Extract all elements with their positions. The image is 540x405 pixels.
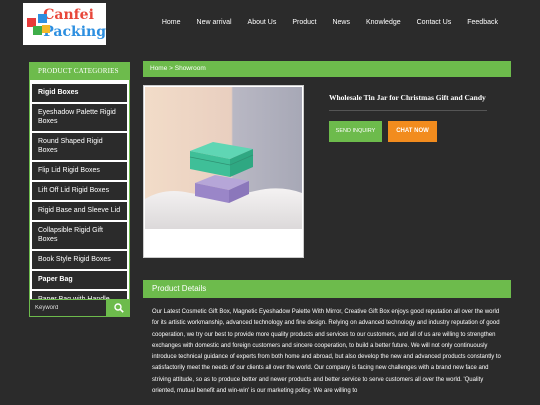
site-header: Canfei Packing Home New arrival About Us… [0, 0, 540, 50]
product-title: Wholesale Tin Jar for Christmas Gift and… [329, 93, 486, 102]
category-item-round-shaped[interactable]: Round Shaped Rigid Boxes [32, 133, 127, 160]
category-item-rigid-boxes[interactable]: Rigid Boxes [32, 84, 127, 102]
category-sidebar: PRODUCT CATEGORIES Rigid Boxes Eyeshadow… [29, 62, 130, 314]
product-details-text: Our Latest Cosmetic Gift Box, Magnetic E… [152, 309, 501, 395]
product-image-frame[interactable] [143, 85, 304, 258]
nav-home[interactable]: Home [162, 19, 181, 26]
logo-line-2: Packing [43, 24, 106, 40]
nav-contact-us[interactable]: Contact Us [417, 19, 452, 26]
category-item-eyeshadow-palette[interactable]: Eyeshadow Palette Rigid Boxes [32, 104, 127, 131]
logo-mark-icon [27, 12, 50, 36]
main-nav: Home New arrival About Us Product News K… [146, 19, 498, 26]
category-item-paper-bag[interactable]: Paper Bag [32, 271, 127, 289]
category-list: Rigid Boxes Eyeshadow Palette Rigid Boxe… [29, 80, 130, 314]
logo-text: Canfei Packing [43, 7, 106, 41]
category-item-lift-off-lid[interactable]: Lift Off Lid Rigid Boxes [32, 182, 127, 200]
category-item-base-sleeve[interactable]: Rigid Base and Sleeve Lid [32, 202, 127, 220]
title-divider [329, 110, 487, 111]
category-item-collapsible[interactable]: Collapsible Rigid Gift Boxes [32, 222, 127, 249]
keyword-search [29, 299, 130, 317]
search-button[interactable] [107, 299, 130, 317]
search-icon [113, 303, 124, 313]
search-input[interactable] [29, 299, 107, 317]
breadcrumb[interactable]: Home > Showroom [143, 61, 511, 77]
chat-now-button[interactable]: CHAT NOW [388, 121, 437, 142]
nav-news[interactable]: News [332, 19, 350, 26]
product-details-heading: Product Details [143, 280, 511, 298]
logo-line-1: Canfei [43, 7, 94, 23]
nav-feedback[interactable]: Feedback [467, 19, 498, 26]
nav-new-arrival[interactable]: New arrival [197, 19, 232, 26]
categories-heading: PRODUCT CATEGORIES [29, 62, 130, 80]
company-logo[interactable]: Canfei Packing [23, 3, 106, 45]
product-photo [145, 87, 302, 229]
category-item-book-style[interactable]: Book Style Rigid Boxes [32, 251, 127, 269]
nav-knowledge[interactable]: Knowledge [366, 19, 401, 26]
nav-product[interactable]: Product [292, 19, 316, 26]
nav-about-us[interactable]: About Us [248, 19, 277, 26]
send-inquiry-button[interactable]: SEND INQUIRY [329, 121, 382, 142]
category-item-flip-lid[interactable]: Flip Lid Rigid Boxes [32, 162, 127, 180]
